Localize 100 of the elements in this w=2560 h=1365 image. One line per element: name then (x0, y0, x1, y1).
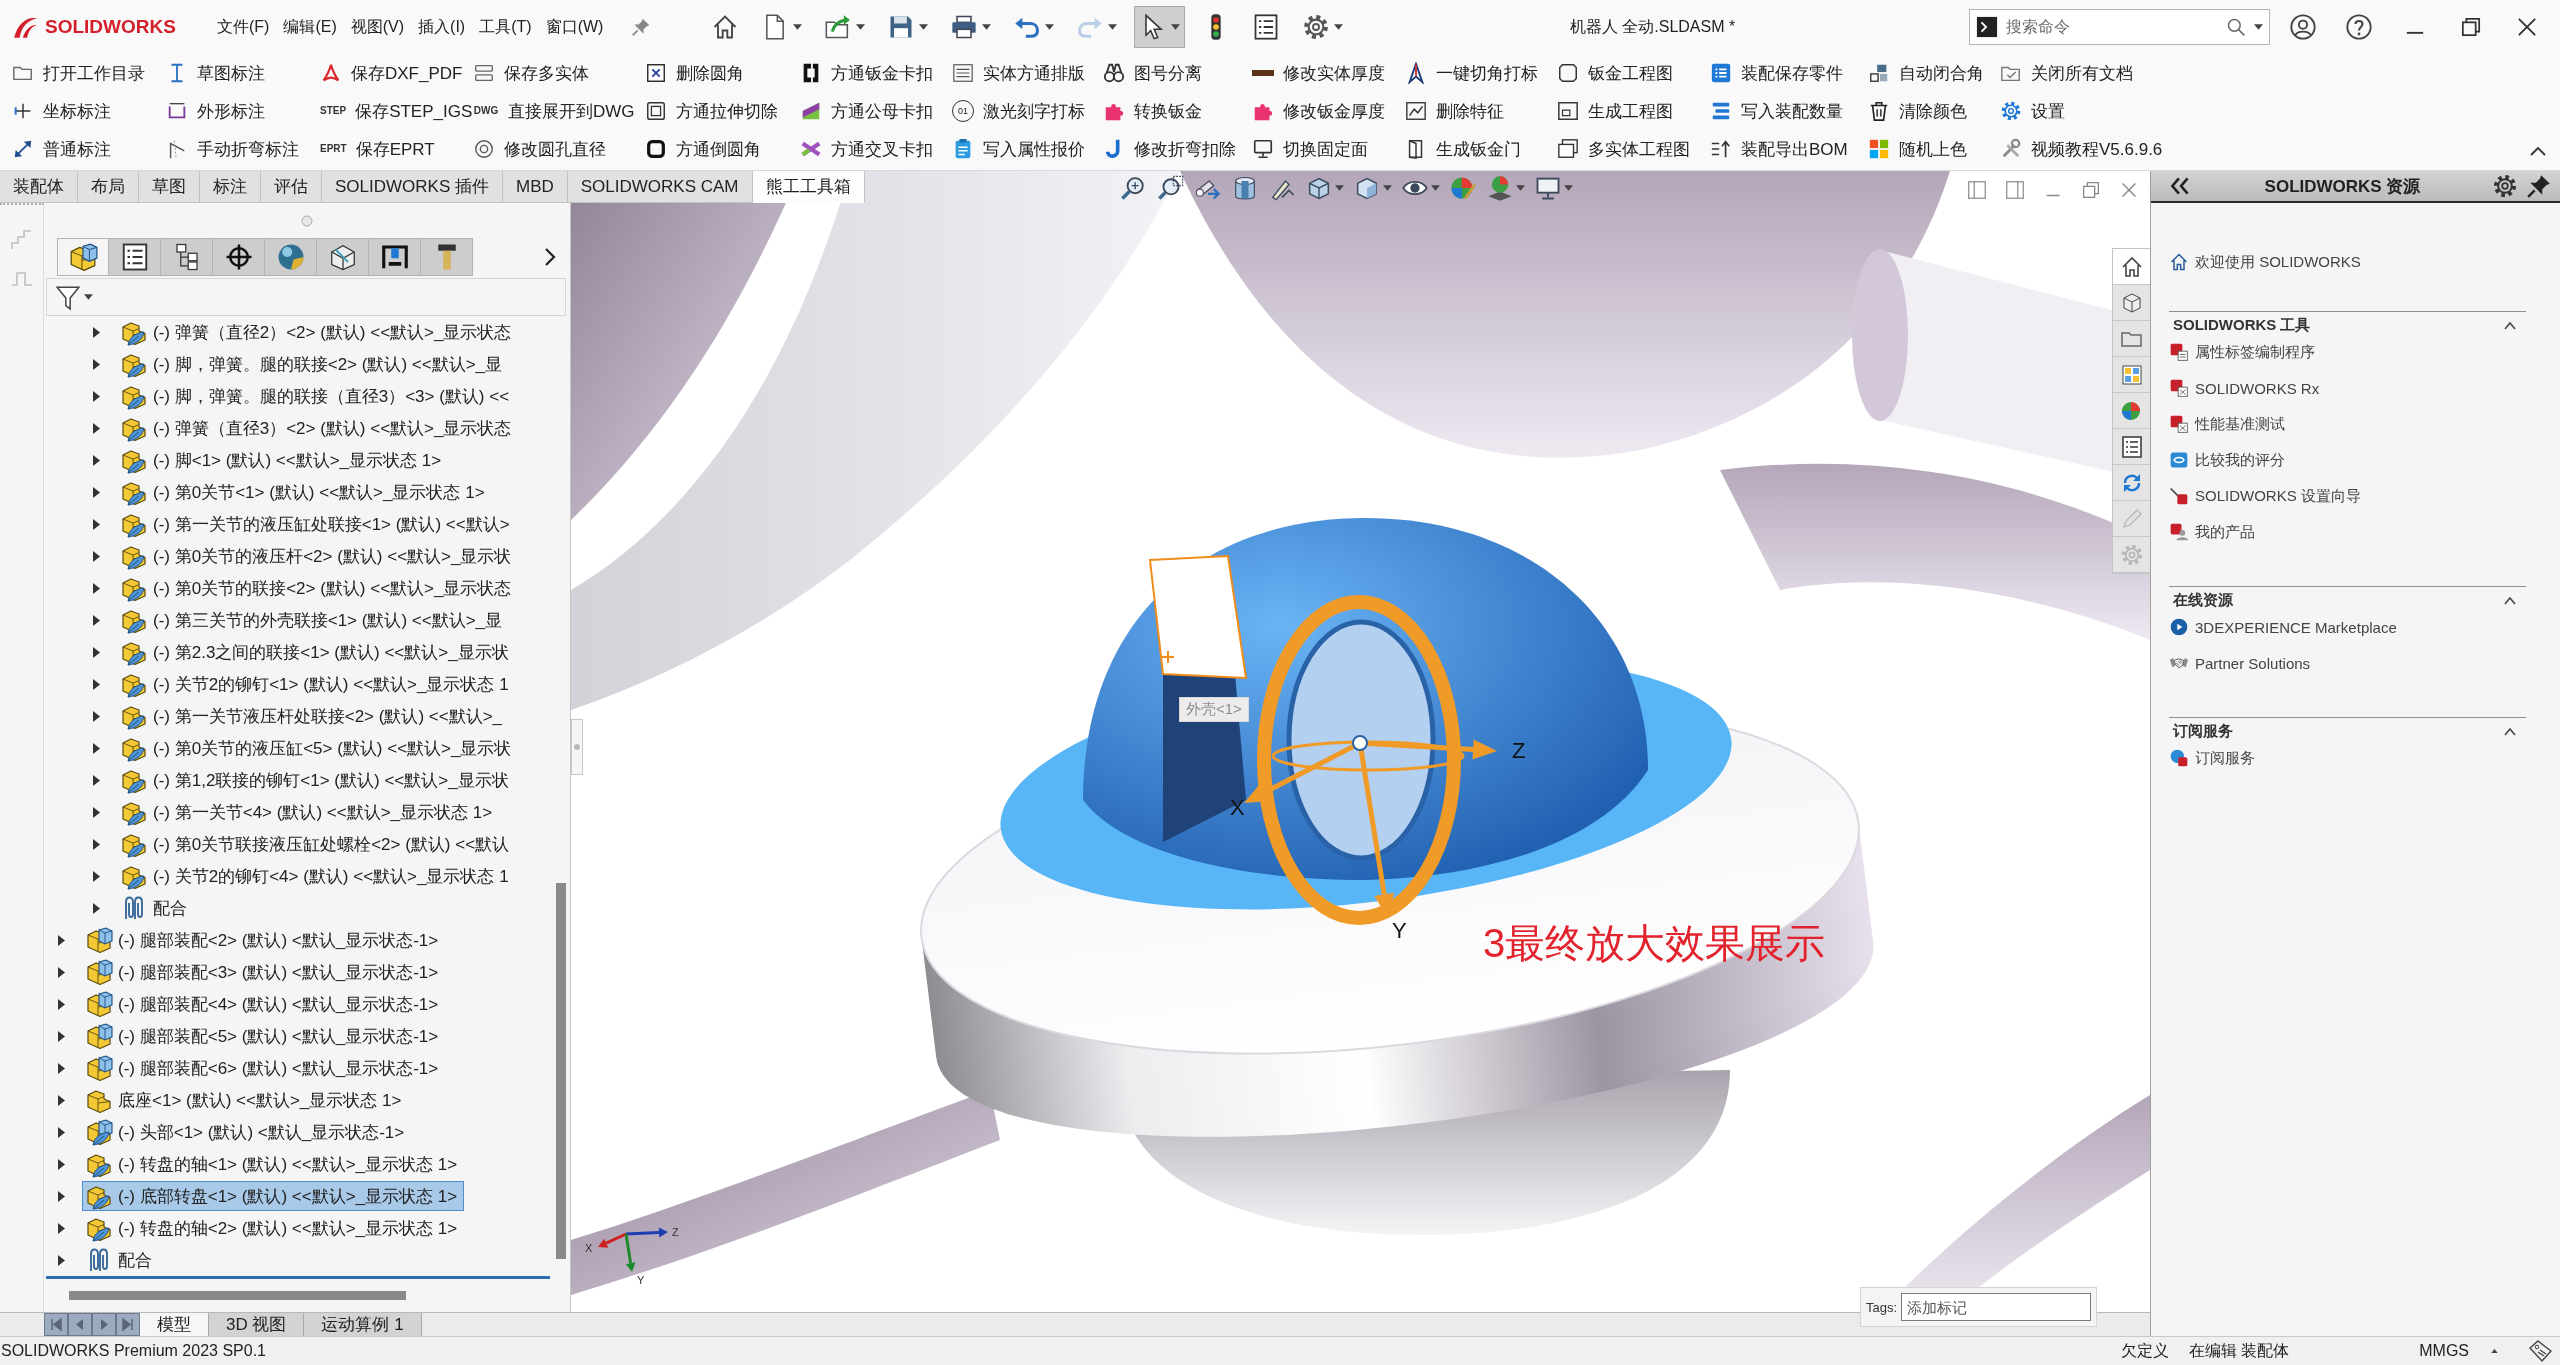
command-button[interactable]: 01 激光刻字打标 (949, 94, 1088, 128)
tree-item[interactable]: (-) 腿部装配<3> (默认) <默认_显示状态-1> (82, 957, 446, 987)
command-button[interactable]: 转换钣金 (1100, 94, 1205, 128)
panel-tab[interactable] (161, 238, 213, 276)
expand-arrow-icon[interactable] (93, 550, 100, 562)
ribbon-tab[interactable]: SOLIDWORKS 插件 (322, 171, 503, 203)
tree-item[interactable]: (-) 腿部装配<2> (默认) <默认_显示状态-1> (82, 925, 446, 955)
command-button[interactable]: 切换固定面 (1249, 132, 1371, 166)
resource-link[interactable]: 属性标签编制程序 (2169, 334, 2315, 370)
command-button[interactable]: 方通拉伸切除 (642, 94, 781, 128)
expand-arrow-icon[interactable] (93, 806, 100, 818)
command-button[interactable]: 外形标注 (163, 94, 268, 128)
ribbon-tab[interactable]: 熊工工具箱 (752, 171, 865, 203)
command-button[interactable]: 修改钣金厚度 (1249, 94, 1388, 128)
resource-link[interactable]: Partner Solutions (2169, 645, 2311, 681)
resource-link[interactable]: 我的产品 (2169, 514, 2255, 550)
command-button[interactable]: 关闭所有文档 (1997, 56, 2136, 90)
resource-link[interactable]: SOLIDWORKS Rx (2169, 370, 2320, 406)
command-button[interactable]: 写入属性报价 (949, 132, 1088, 166)
settings-icon[interactable] (2492, 173, 2518, 199)
unit-system-selector[interactable]: MMGS (2419, 1342, 2498, 1360)
menu-item[interactable]: 编辑(E) (283, 16, 337, 38)
expand-arrow-icon[interactable] (93, 486, 100, 498)
command-button[interactable]: 修改折弯扣除 (1100, 132, 1239, 166)
command-button[interactable]: 保存多实体 (470, 56, 592, 90)
panel-tab[interactable] (213, 238, 265, 276)
command-button[interactable]: 多实体工程图 (1554, 132, 1693, 166)
expand-arrow-icon[interactable] (58, 1030, 65, 1042)
ribbon-tab[interactable]: 评估 (261, 171, 322, 203)
welcome-link[interactable]: 欢迎使用 SOLIDWORKS (2169, 250, 2361, 274)
splitter-grip-icon[interactable] (301, 214, 313, 227)
command-button[interactable]: 修改实体厚度 (1249, 56, 1388, 90)
command-button[interactable]: 方通交叉卡扣 (797, 132, 936, 166)
ribbon-tab[interactable]: 布局 (78, 171, 139, 203)
expand-arrow-icon[interactable] (93, 902, 100, 914)
collapse-caret-icon[interactable] (2504, 726, 2516, 736)
expand-arrow-icon[interactable] (93, 710, 100, 722)
command-button[interactable]: 生成钣金门 (1402, 132, 1524, 166)
command-button[interactable]: 钣金工程图 (1554, 56, 1676, 90)
tree-item[interactable]: (-) 弹簧（直径3）<2> (默认) <<默认>_显示状态 (117, 413, 519, 443)
tree-item[interactable]: (-) 底部转盘<1> (默认) <<默认>_显示状态 1> (82, 1181, 465, 1211)
command-button[interactable]: 保存DXF_PDF (317, 56, 466, 90)
search-field[interactable]: 搜索命令 (1969, 9, 2270, 45)
command-button[interactable]: 随机上色 (1865, 132, 1970, 166)
tree-item[interactable]: (-) 脚<1> (默认) <<默认>_显示状态 1> (117, 445, 449, 475)
tree-item[interactable]: (-) 脚，弹簧。腿的联接（直径3）<3> (默认) << (117, 381, 517, 411)
command-button[interactable]: 写入装配数量 (1707, 94, 1846, 128)
tile-right-icon[interactable] (2004, 179, 2026, 201)
splitter-grip-icon[interactable] (571, 719, 583, 775)
scrollbar-thumb[interactable] (69, 1291, 406, 1300)
command-button[interactable]: 清除颜色 (1865, 94, 1970, 128)
command-button[interactable]: 修改圆孔直径 (470, 132, 609, 166)
scrollbar-thumb[interactable] (556, 883, 566, 1259)
tree-item[interactable]: (-) 弹簧（直径2）<2> (默认) <<默认>_显示状态 (117, 317, 519, 347)
expand-arrow-icon[interactable] (93, 678, 100, 690)
tree-item[interactable]: (-) 第0关节联接液压缸处螺栓<2> (默认) <<默认 (117, 829, 517, 859)
expand-arrow-icon[interactable] (93, 870, 100, 882)
command-button[interactable]: 设置 (1997, 94, 2068, 128)
expand-arrow-icon[interactable] (93, 582, 100, 594)
resource-link[interactable]: 3DEXPERIENCE Marketplace (2169, 609, 2397, 645)
tree-item[interactable]: (-) 第0关节<1> (默认) <<默认>_显示状态 1> (117, 477, 492, 507)
chevron-right-icon[interactable] (544, 247, 556, 267)
expand-arrow-icon[interactable] (93, 454, 100, 466)
command-button[interactable]: 方通倒圆角 (642, 132, 764, 166)
collapse-caret-icon[interactable] (2504, 595, 2516, 605)
task-pane-tab[interactable] (2113, 249, 2150, 285)
command-button[interactable]: 实体方通排版 (949, 56, 1088, 90)
expand-arrow-icon[interactable] (93, 838, 100, 850)
expand-arrow-icon[interactable] (93, 422, 100, 434)
tree-item[interactable]: 配合 (117, 893, 194, 923)
expand-arrow-icon[interactable] (93, 390, 100, 402)
view-tab[interactable]: 模型 (140, 1313, 209, 1336)
resource-link[interactable]: 订阅服务 (2169, 740, 2255, 776)
command-button[interactable]: 普通标注 (9, 132, 114, 166)
tree-item[interactable]: (-) 关节2的铆钉<1> (默认) <<默认>_显示状态 1 (117, 669, 516, 699)
tree-item[interactable]: 配合 (82, 1245, 159, 1275)
tags-input-field[interactable]: 添加标记 (1901, 1293, 2092, 1321)
ribbon-tab[interactable]: 标注 (200, 171, 261, 203)
menu-item[interactable]: 窗口(W) (545, 16, 604, 38)
command-button[interactable]: 装配导出BOM (1707, 132, 1851, 166)
expand-arrow-icon[interactable] (93, 742, 100, 754)
command-button[interactable]: 视频教程V5.6.9.6 (1997, 132, 2166, 166)
expand-arrow-icon[interactable] (93, 646, 100, 658)
view-tab[interactable]: 3D 视图 (209, 1313, 305, 1336)
account-icon[interactable] (2289, 13, 2317, 41)
menu-item[interactable]: 文件(F) (217, 16, 270, 38)
view-toolbar-button[interactable] (1157, 174, 1185, 202)
search-input[interactable]: 搜索命令 (2006, 14, 2218, 40)
tile-left-icon[interactable] (1966, 179, 1988, 201)
tag-icon[interactable] (2528, 1339, 2552, 1363)
expand-arrow-icon[interactable] (58, 1062, 65, 1074)
ribbon-tab[interactable]: SOLIDWORKS CAM (567, 171, 753, 203)
command-button[interactable]: 图号分离 (1100, 56, 1205, 90)
tree-item[interactable]: (-) 第一关节液压杆处联接<2> (默认) <<默认>_ (117, 701, 510, 731)
panel-tab[interactable] (369, 238, 421, 276)
menu-item[interactable]: 视图(V) (350, 16, 405, 38)
command-button[interactable]: EPRT 保存EPRT (317, 132, 438, 166)
expand-arrow-icon[interactable] (93, 774, 100, 786)
expand-arrow-icon[interactable] (58, 966, 65, 978)
command-button[interactable]: 坐标标注 (9, 94, 114, 128)
